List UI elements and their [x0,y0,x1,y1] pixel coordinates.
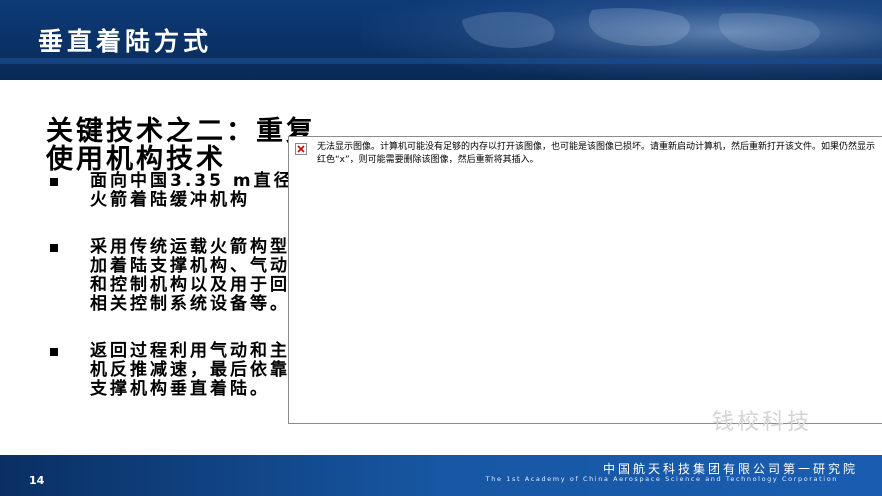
organization-name-en: The 1st Academy of China Aerospace Scien… [485,475,838,483]
world-map-graphic [462,8,820,51]
slide-footer: 14 中国航天科技集团有限公司第一研究院 The 1st Academy of … [0,455,882,496]
watermark: 钱校科技 [712,410,813,435]
slide-header: 垂直着陆方式 [0,0,882,80]
bullet-square-icon [50,244,58,252]
image-error-message: 无法显示图像。计算机可能没有足够的内存以打开该图像，也可能是该图像已损坏。请重新… [317,142,876,165]
slide-title: 垂直着陆方式 [38,27,213,56]
image-placeholder[interactable]: 无法显示图像。计算机可能没有足够的内存以打开该图像，也可能是该图像已损坏。请重新… [288,136,882,424]
bullet-square-icon [50,348,58,356]
header-band [0,58,882,64]
page-number: 14 [29,474,45,487]
bullet-square-icon [50,178,58,186]
broken-image-icon [295,143,307,155]
